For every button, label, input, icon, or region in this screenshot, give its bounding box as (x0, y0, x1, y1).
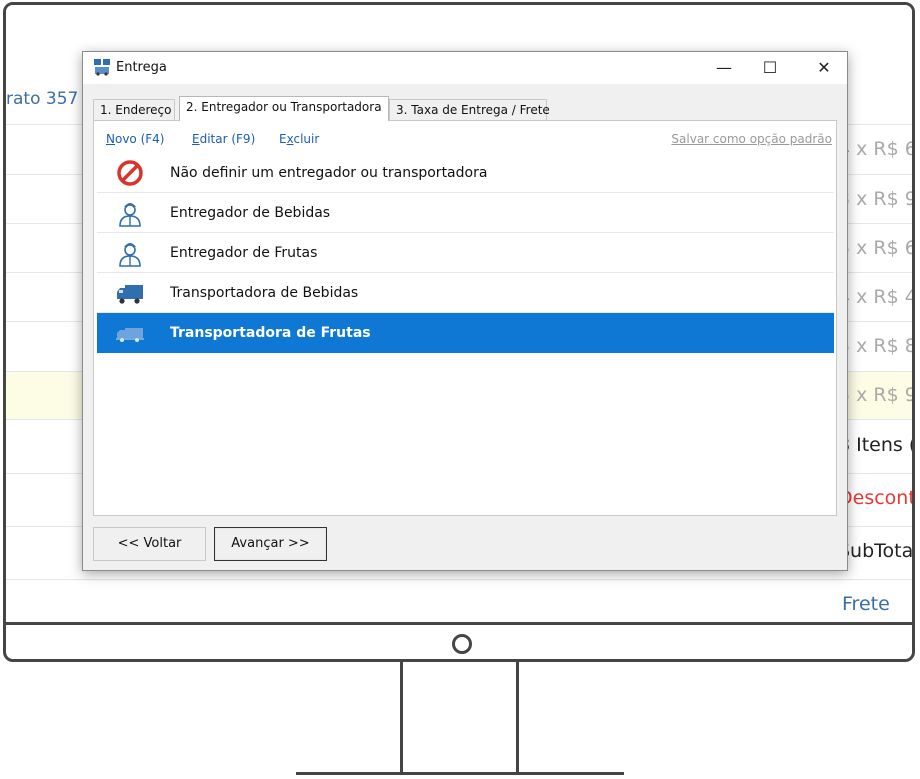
list-item-selected[interactable]: Transportadora de Frutas (97, 313, 834, 353)
truck-icon (117, 285, 143, 304)
new-button[interactable]: Novo (F4) (106, 132, 164, 146)
list-item-label: Não definir um entregador ou transportad… (170, 165, 488, 181)
delivery-dialog: Entrega — ☐ ✕ 1. Endereço 2. Entregador … (82, 51, 848, 571)
delivery-app-icon (94, 59, 110, 76)
background-contract-label: rato 357 (6, 89, 79, 109)
background-subtotal-label: SubTota (838, 540, 912, 562)
tab-address[interactable]: 1. Endereço (93, 99, 175, 120)
dialog-title: Entrega (116, 60, 167, 75)
background-freight-label: Frete (842, 593, 890, 615)
background-item-price: 4 x R$ 4 (838, 286, 912, 308)
courier-icon (119, 243, 141, 267)
truck-icon (116, 328, 144, 342)
list-toolbar: Novo (F4) Editar (F9) Excluir Salvar com… (94, 121, 836, 149)
prohibited-icon (117, 160, 143, 186)
monitor-stand-left (400, 662, 403, 774)
background-row-separator (6, 579, 912, 580)
courier-panel: Novo (F4) Editar (F9) Excluir Salvar com… (93, 120, 837, 516)
edit-button[interactable]: Editar (F9) (192, 132, 255, 146)
list-item-label: Transportadora de Bebidas (170, 285, 359, 301)
list-item[interactable]: Entregador de Frutas (97, 233, 834, 273)
next-button[interactable]: Avançar >> (214, 527, 327, 561)
delete-button[interactable]: Excluir (279, 132, 319, 146)
list-item[interactable]: Não definir um entregador ou transportad… (97, 153, 834, 193)
back-button[interactable]: << Voltar (93, 527, 206, 561)
list-item-label: Entregador de Frutas (170, 245, 318, 261)
tab-delivery-fee[interactable]: 3. Taxa de Entrega / Frete (389, 99, 550, 120)
list-item-label: Transportadora de Frutas (170, 325, 371, 341)
courier-list: Não definir um entregador ou transportad… (97, 153, 834, 353)
background-item-price: 5 x R$ 9 (838, 384, 912, 406)
list-item-label: Entregador de Bebidas (170, 205, 331, 221)
background-discount-label: Descont (838, 487, 912, 509)
maximize-button[interactable]: ☐ (747, 52, 793, 84)
monitor-chin (6, 622, 912, 659)
courier-icon (119, 203, 141, 227)
background-item-price: 5 x R$ 8 (838, 335, 912, 357)
minimize-button[interactable]: — (701, 52, 747, 84)
screen: rato 357 4 x R$ 6 3 x R$ 9 5 x R$ 6 4 x … (6, 5, 912, 622)
background-items-count: 8 Itens ( (838, 434, 912, 456)
list-item[interactable]: Transportadora de Bebidas (97, 273, 834, 313)
background-item-price: 4 x R$ 6 (838, 138, 912, 160)
monitor-stand-base (296, 772, 624, 775)
list-item[interactable]: Entregador de Bebidas (97, 193, 834, 233)
monitor-frame: rato 357 4 x R$ 6 3 x R$ 9 5 x R$ 6 4 x … (3, 2, 915, 662)
close-button[interactable]: ✕ (801, 52, 847, 84)
power-button-icon (452, 634, 472, 654)
monitor-stand-right (516, 662, 519, 774)
background-item-price: 3 x R$ 9 (838, 188, 912, 210)
dialog-titlebar[interactable]: Entrega — ☐ ✕ (83, 52, 847, 84)
save-as-default-link[interactable]: Salvar como opção padrão (671, 132, 832, 146)
background-item-price: 5 x R$ 6 (838, 237, 912, 259)
tab-courier-or-carrier[interactable]: 2. Entregador ou Transportadora (179, 96, 389, 121)
